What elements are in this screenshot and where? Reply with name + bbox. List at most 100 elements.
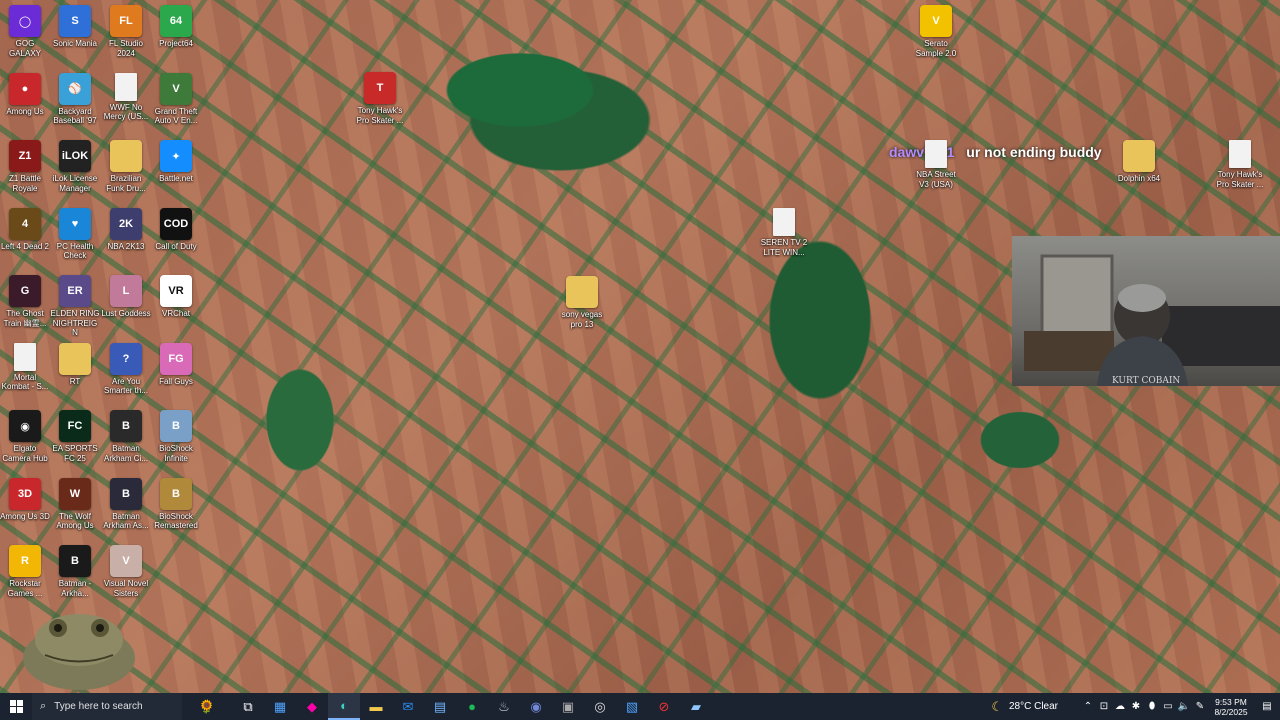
desktop-icon-label: ELDEN RING NIGHTREIGN (50, 309, 100, 337)
start-button[interactable] (0, 693, 32, 720)
app-icon: ⚾ (59, 72, 91, 105)
desktop-icon[interactable]: Dolphin x64 (1114, 140, 1164, 184)
desktop-icon[interactable]: ✦ Battle.net (151, 140, 201, 184)
show-hidden-icons-chevron-icon[interactable]: ⌃ (1080, 701, 1096, 712)
spotify-icon[interactable]: ● (456, 693, 488, 720)
desktop-icon[interactable]: 2K NBA 2K13 (101, 207, 151, 252)
pen-icon[interactable]: ✎ (1192, 701, 1208, 712)
desktop-icon[interactable]: Brazilian Funk Dru... (101, 140, 151, 193)
weather-moon-icon: ☾ (991, 698, 1003, 714)
desktop-icon[interactable]: B Batman Arkham Ci... (101, 410, 151, 463)
desktop-icon[interactable]: ● Among Us (0, 72, 50, 117)
desktop-icon[interactable]: Mortal Kombat - S... (0, 342, 50, 392)
app-icon: ● (9, 72, 41, 105)
desktop-icon[interactable]: ER ELDEN RING NIGHTREIGN (50, 275, 100, 338)
app-icon: ? (110, 342, 142, 375)
desktop-icon[interactable]: Z1 Z1 Battle Royale (0, 140, 50, 193)
desktop-icon[interactable]: V Visual Novel Sisters (101, 545, 151, 598)
file-icon (1229, 140, 1251, 168)
desktop-icon-label: BioShock Infinite (159, 444, 193, 463)
desktop-icon-label: NBA Street V3 (USA) (916, 170, 956, 189)
folder-icon (59, 342, 91, 375)
desktop-icon-label: Brazilian Funk Dru... (106, 174, 146, 193)
calculator-icon[interactable]: ▤ (424, 693, 456, 720)
desktop-icon[interactable]: RT (50, 342, 100, 387)
folder-icon (1123, 140, 1155, 172)
desktop-icon[interactable]: sony vegas pro 13 (557, 276, 607, 329)
desktop-icon-label: Batman Arkham As... (103, 511, 149, 531)
desktop-icon[interactable]: B Batman Arkham As... (101, 477, 151, 531)
folder-icon (566, 276, 598, 308)
desktop-icon[interactable]: ? Are You Smarter th... (101, 342, 151, 396)
taskbar-search-box[interactable]: ⌕ Type here to search (32, 693, 182, 720)
desktop-icon[interactable]: iLOK iLok License Manager (50, 140, 100, 193)
bluetooth-icon[interactable]: ✱ (1128, 701, 1144, 712)
desktop-icon[interactable]: ♥ PC Health Check (50, 207, 100, 261)
desktop-icon[interactable]: SEREN TV 2 LITE WIN... (759, 208, 809, 257)
task-view-icon[interactable]: ⧉ (232, 693, 264, 720)
microsoft-store-icon[interactable]: ▦ (264, 693, 296, 720)
desktop-icon[interactable]: NBA Street V3 (USA) (911, 140, 961, 189)
app-icon: V (160, 72, 192, 105)
microphone-icon[interactable]: ⬮ (1144, 701, 1160, 712)
desktop-icon[interactable]: FL FL Studio 2024 (101, 5, 151, 58)
outlook-icon[interactable]: ✉ (392, 693, 424, 720)
desktop-icon[interactable]: WWF No Mercy (US... (101, 72, 151, 122)
app-icon: FG (160, 342, 192, 375)
desktop-icon[interactable]: V Grand Theft Auto V En... (151, 72, 201, 126)
desktop-icon[interactable]: W The Wolf Among Us (50, 477, 100, 531)
notifications-icon[interactable]: ▤ (1254, 701, 1280, 712)
file-icon (14, 342, 36, 371)
recording-app-icon[interactable]: ⊘ (648, 693, 680, 720)
desktop-icon[interactable]: B BioShock Remastered (151, 477, 201, 531)
volume-icon[interactable]: 🔈 (1176, 701, 1192, 712)
cloud-icon[interactable]: ☁ (1112, 701, 1128, 712)
taskbar-clock[interactable]: 9:53 PM 8/2/2025 (1208, 697, 1254, 717)
desktop-icon-label: VRChat (161, 309, 190, 318)
steam-icon[interactable]: ♨ (488, 693, 520, 720)
desktop-icon[interactable]: B BioShock Infinite (151, 410, 201, 463)
weather-text[interactable]: 28°C Clear (1009, 701, 1058, 712)
desktop-icon-label: Lust Goddess (101, 309, 151, 318)
desktop-icon[interactable]: FG Fall Guys (151, 342, 201, 387)
obs-icon[interactable]: ◎ (584, 693, 616, 720)
app-icon-generic[interactable]: ▣ (552, 693, 584, 720)
desktop-icon[interactable]: ⚾ Backyard Baseball '97 (50, 72, 100, 126)
file-icon (773, 208, 795, 236)
desktop-icon-label: Visual Novel Sisters (103, 579, 149, 598)
discord-icon[interactable]: ◉ (520, 693, 552, 720)
desktop-icon[interactable]: T Tony Hawk's Pro Skater ... (355, 72, 405, 125)
edge-browser-icon[interactable]: ◐ (328, 693, 360, 720)
camera-icon[interactable]: ⊡ (1096, 701, 1112, 712)
app-icon: ER (59, 275, 91, 307)
desktop-icon[interactable]: VR VRChat (151, 275, 201, 319)
network-icon[interactable]: ▭ (1160, 701, 1176, 712)
desktop-icon[interactable]: S Sonic Mania (50, 5, 100, 49)
desktop-icon-label: SEREN TV 2 LITE WIN... (760, 238, 808, 257)
desktop-icon[interactable]: 3D Among Us 3D (0, 477, 50, 522)
desktop-icon[interactable]: ◉ Elgato Camera Hub (0, 410, 50, 463)
taskbar: ⌕ Type here to search 🌻 ⧉ ▦ ◆ ◐ ▬ ✉ ▤ ● … (0, 693, 1280, 720)
desktop-icon[interactable]: 4 Left 4 Dead 2 (0, 207, 50, 252)
desktop-icon[interactable]: G The Ghost Train 幽霊... (0, 275, 50, 328)
desktop-icon[interactable]: Tony Hawk's Pro Skater ... (1215, 140, 1265, 189)
desktop-icon-label: Elgato Camera Hub (2, 444, 48, 463)
desktop-icon[interactable]: B Batman - Arkha... (50, 545, 100, 598)
desktop-icon[interactable]: 64 Project64 (151, 5, 201, 49)
notes-app-icon[interactable]: ▰ (680, 693, 712, 720)
app-icon: V (920, 5, 952, 37)
app-icon: Z1 (9, 140, 41, 172)
desktop-icon[interactable]: COD Call of Duty (151, 207, 201, 252)
app-icon: B (110, 477, 142, 510)
app-icon: B (59, 545, 91, 577)
image-viewer-icon[interactable]: ▧ (616, 693, 648, 720)
copilot-icon[interactable]: ◆ (296, 693, 328, 720)
desktop-icon[interactable]: V Serato Sample 2.0 (911, 5, 961, 58)
desktop-icon[interactable]: L Lust Goddess (101, 275, 151, 319)
desktop-icon-label: BioShock Remastered (154, 511, 198, 531)
flowers-widget-icon[interactable]: 🌻 (182, 693, 232, 720)
desktop-icon[interactable]: ◯ GOG GALAXY (0, 5, 50, 58)
desktop-icon[interactable]: FC EA SPORTS FC 25 (50, 410, 100, 463)
desktop-icon[interactable]: R Rockstar Games ... (0, 545, 50, 598)
file-explorer-icon[interactable]: ▬ (360, 693, 392, 720)
